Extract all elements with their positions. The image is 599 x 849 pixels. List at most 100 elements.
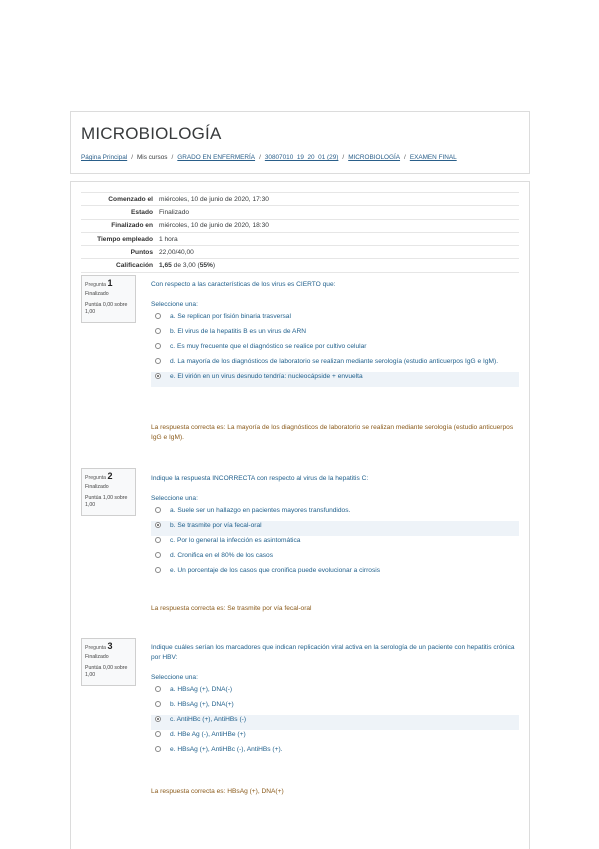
answer-option[interactable]: e. Un porcentaje de los casos que cronif…	[151, 566, 519, 581]
answer-options: a. Suele ser un hallazgo en pacientes ma…	[151, 506, 519, 581]
answer-option-text: e. Un porcentaje de los casos que cronif…	[170, 567, 381, 575]
radio-unchecked-icon[interactable]	[155, 328, 161, 335]
summary-key: Tiempo empleado	[81, 231, 159, 246]
answer-option-text: e. El virión en un virus desnudo tendría…	[170, 373, 363, 381]
radio-checked-icon[interactable]	[155, 373, 161, 380]
question-label: Pregunta 3	[85, 641, 132, 651]
breadcrumb-separator: /	[171, 154, 174, 161]
question-number: 1	[107, 278, 113, 288]
answer-option-text: a. HBsAg (+), DNA(-)	[170, 686, 233, 694]
answer-prompt: Seleccione una:	[151, 674, 198, 682]
breadcrumb-link[interactable]: 30807010_19_20_01 (29)	[265, 154, 339, 161]
breadcrumb-item: Mis cursos	[136, 154, 168, 161]
answer-option[interactable]: e. HBsAg (+), AntiHBc (-), AntiHBs (+).	[151, 745, 519, 760]
answer-option[interactable]: d. La mayoría de los diagnósticos de lab…	[151, 357, 519, 372]
breadcrumb-separator: /	[131, 154, 133, 161]
question-marks: Puntúa 0,00 sobre 1,00	[85, 302, 128, 316]
question-label: Pregunta 1	[85, 278, 132, 288]
question-info: Pregunta 2 Finalizado Puntúa 1,00 sobre 1,…	[81, 468, 136, 516]
question-text: Indique la respuesta INCORRECTA con resp…	[151, 475, 369, 482]
answer-option[interactable]: c. Por lo general la infección es asinto…	[151, 536, 519, 551]
answer-option-text: e. HBsAg (+), AntiHBc (-), AntiHBs (+).	[170, 746, 283, 754]
summary-value: 22,00/40,00	[159, 245, 519, 259]
answer-option-text: c. AntiHBc (+), AntiHBs (-)	[170, 716, 247, 724]
course-title: MICROBIOLOGÍA	[81, 124, 222, 143]
radio-unchecked-icon[interactable]	[155, 552, 161, 559]
radio-unchecked-icon[interactable]	[155, 686, 161, 693]
breadcrumb-separator: /	[259, 154, 261, 161]
answer-option-text: c. Es muy frecuente que el diagnóstico s…	[170, 343, 367, 351]
radio-checked-icon[interactable]	[155, 522, 161, 529]
answer-option[interactable]: b. HBsAg (+), DNA(+)	[151, 700, 519, 715]
radio-unchecked-icon[interactable]	[155, 746, 161, 753]
answer-option-text: a. Suele ser un hallazgo en pacientes ma…	[170, 507, 351, 515]
summary-value: Finalizado	[159, 205, 519, 220]
grade-score: 1,65	[159, 262, 172, 270]
question-label-text: Pregunta	[85, 282, 107, 288]
answer-option[interactable]: b. Se trasmite por vía fecal-oral	[151, 521, 519, 537]
radio-unchecked-icon[interactable]	[155, 313, 161, 320]
breadcrumb-link[interactable]: EXAMEN FINAL	[410, 154, 457, 161]
summary-key: Finalizado en	[81, 218, 159, 233]
answer-option[interactable]: c. Es muy frecuente que el diagnóstico s…	[151, 342, 519, 357]
summary-row-points: Puntos 22,00/40,00	[81, 245, 519, 259]
answer-option[interactable]: a. Se replican por fisión binaria trasve…	[151, 312, 519, 327]
radio-unchecked-icon[interactable]	[155, 701, 161, 708]
answer-options: a. Se replican por fisión binaria trasve…	[151, 312, 519, 388]
summary-row-state: Estado Finalizado	[81, 205, 519, 220]
answer-option-text: b. Se trasmite por vía fecal-oral	[170, 522, 262, 530]
answer-option[interactable]: d. Cronifica en el 80% de los casos	[151, 551, 519, 566]
question-info: Pregunta 3 Finalizado Puntúa 0,00 sobre 1,…	[81, 638, 136, 686]
breadcrumb-link[interactable]: MICROBIOLOGÍA	[348, 154, 400, 161]
question-marks: Puntúa 0,00 sobre 1,00	[85, 665, 128, 679]
answer-option-text: d. La mayoría de los diagnósticos de lab…	[170, 358, 499, 366]
summary-key: Comenzado el	[81, 191, 159, 206]
answer-option[interactable]: d. HBe Ag (-), AntiHBe (+)	[151, 730, 519, 745]
radio-unchecked-icon[interactable]	[155, 358, 161, 365]
answer-prompt: Seleccione una:	[151, 495, 198, 503]
radio-unchecked-icon[interactable]	[155, 731, 161, 738]
breadcrumb-separator: /	[342, 154, 345, 161]
course-header: MICROBIOLOGÍA Página Principal / Mis curso…	[70, 111, 530, 174]
radio-unchecked-icon[interactable]	[155, 343, 161, 350]
breadcrumb-link[interactable]: Página Principal	[81, 154, 127, 161]
question-state: Finalizado	[85, 654, 109, 660]
question-marks: Puntúa 1,00 sobre 1,00	[85, 495, 128, 509]
summary-key: Calificación	[81, 258, 159, 273]
breadcrumb-link[interactable]: GRADO EN ENFERMERÍA	[177, 154, 255, 161]
radio-unchecked-icon[interactable]	[155, 537, 161, 544]
question-state: Finalizado	[85, 484, 109, 490]
answer-prompt: Seleccione una:	[151, 301, 198, 309]
summary-row-started: Comenzado el miércoles, 10 de junio de 2…	[81, 191, 519, 206]
question-text: Indique cuáles serían los marcadores que…	[151, 644, 515, 662]
correct-answer-feedback: La respuesta correcta es: Se trasmite po…	[151, 605, 312, 612]
summary-key: Estado	[81, 205, 159, 220]
answer-option-text: b. El virus de la hepatitis B es un viru…	[170, 328, 306, 336]
answer-option[interactable]: b. El virus de la hepatitis B es un viru…	[151, 327, 519, 342]
question-text: Con respecto a las características de lo…	[151, 281, 336, 288]
question-body: Indique cuáles serían los marcadores que…	[151, 643, 519, 760]
question-label-text: Pregunta	[85, 645, 107, 651]
answer-option[interactable]: c. AntiHBc (+), AntiHBs (-)	[151, 715, 519, 731]
radio-unchecked-icon[interactable]	[155, 507, 161, 514]
question-number: 3	[107, 641, 113, 651]
grade-total: de 3,00 (	[171, 262, 200, 270]
question-info: Pregunta 1 Finalizado Puntúa 0,00 sobre 1,…	[81, 275, 136, 323]
question-label-text: Pregunta	[85, 475, 107, 481]
breadcrumb: Página Principal / Mis cursos / GRADO EN ENF…	[81, 154, 457, 161]
answer-option-text: c. Por lo general la infección es asinto…	[170, 537, 301, 545]
answer-option-text: b. HBsAg (+), DNA(+)	[170, 701, 234, 709]
summary-value: miércoles, 10 de junio de 2020, 18:30	[159, 218, 519, 233]
summary-value: miércoles, 10 de junio de 2020, 17:30	[159, 191, 519, 206]
answer-option[interactable]: e. El virión en un virus desnudo tendría…	[151, 372, 519, 388]
question-body: Indique la respuesta INCORRECTA con resp…	[151, 474, 519, 581]
grade-percent: 55%	[199, 262, 213, 270]
radio-checked-icon[interactable]	[155, 716, 161, 723]
question-number: 2	[107, 471, 113, 481]
answer-option-text: a. Se replican por fisión binaria trasve…	[170, 313, 291, 321]
answer-options: a. HBsAg (+), DNA(-) b. HBsAg (+), DNA(+)…	[151, 685, 519, 760]
answer-option[interactable]: a. Suele ser un hallazgo en pacientes ma…	[151, 506, 519, 521]
radio-unchecked-icon[interactable]	[155, 567, 161, 574]
question-label: Pregunta 2	[85, 471, 132, 481]
answer-option[interactable]: a. HBsAg (+), DNA(-)	[151, 685, 519, 700]
